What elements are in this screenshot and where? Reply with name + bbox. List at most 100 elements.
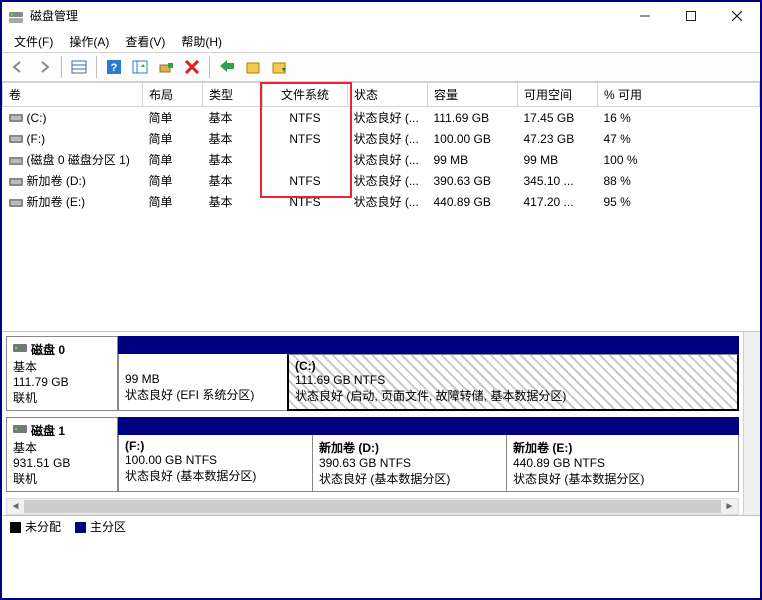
delete-button[interactable] (180, 55, 204, 79)
menu-action-label: 操作(A) (69, 35, 109, 49)
col-status[interactable]: 状态 (348, 83, 428, 107)
action3-button[interactable] (267, 55, 291, 79)
scroll-right-button[interactable]: ► (721, 499, 738, 514)
table-row[interactable]: (C:)简单基本NTFS状态良好 (...111.69 GB17.45 GB16… (3, 107, 760, 129)
disk1-pE-size: 440.89 GB NTFS (513, 456, 732, 470)
disk-pane: 磁盘 0 基本 111.79 GB 联机 99 MB 状态良 (2, 332, 743, 515)
vol-free: 345.10 ... (518, 170, 598, 191)
disk1-state: 联机 (13, 470, 111, 487)
menu-file[interactable]: 文件(F) (6, 31, 61, 52)
vertical-scrollbar[interactable] (743, 332, 760, 515)
vol-free: 17.45 GB (518, 107, 598, 129)
disk0-part2[interactable]: (C:) 111.69 GB NTFS 状态良好 (启动, 页面文件, 故障转储… (287, 354, 739, 411)
minimize-button[interactable] (622, 2, 668, 30)
vol-free: 417.20 ... (518, 191, 598, 212)
disk1-pD-size: 390.63 GB NTFS (319, 456, 500, 470)
table-row[interactable]: (磁盘 0 磁盘分区 1)简单基本状态良好 (...99 MB99 MB100 … (3, 149, 760, 170)
disk-row-1: 磁盘 1 基本 931.51 GB 联机 (F:) 100.00 GB NTFS (6, 417, 739, 492)
settings-button[interactable] (128, 55, 152, 79)
disk0-part1-status: 状态良好 (EFI 系统分区) (125, 386, 281, 403)
toolbar: ? (2, 52, 760, 82)
disk0-body: 99 MB 状态良好 (EFI 系统分区) (C:) 111.69 GB NTF… (118, 336, 739, 411)
scroll-left-button[interactable]: ◄ (7, 499, 24, 514)
disk1-pF-size: 100.00 GB NTFS (125, 453, 306, 467)
menu-view[interactable]: 查看(V) (117, 31, 173, 52)
svg-text:?: ? (111, 62, 118, 74)
vol-fs: NTFS (263, 107, 348, 129)
vol-name: (C:) (27, 111, 47, 125)
disk1-pE-status: 状态良好 (基本数据分区) (513, 470, 732, 487)
vol-type: 基本 (203, 191, 263, 212)
vol-pct: 100 % (598, 149, 760, 170)
col-layout[interactable]: 布局 (143, 83, 203, 107)
disk1-pD-status: 状态良好 (基本数据分区) (319, 470, 500, 487)
titlebar: 磁盘管理 (2, 2, 760, 30)
vol-capacity: 440.89 GB (428, 191, 518, 212)
menu-help-label: 帮助(H) (181, 35, 222, 49)
menubar: 文件(F) 操作(A) 查看(V) 帮助(H) (2, 30, 760, 52)
disk0-size: 111.79 GB (13, 375, 111, 389)
disk0-part2-size: 111.69 GB NTFS (295, 373, 731, 387)
drive-icon (9, 113, 23, 123)
drive-icon (9, 134, 23, 144)
window: 磁盘管理 文件(F) 操作(A) 查看(V) 帮助(H) ? (0, 0, 762, 600)
disk-pane-wrap: 磁盘 0 基本 111.79 GB 联机 99 MB 状态良 (2, 332, 760, 515)
disk1-part-f[interactable]: (F:) 100.00 GB NTFS 状态良好 (基本数据分区) (118, 435, 313, 492)
col-pct[interactable]: % 可用 (598, 83, 760, 107)
menu-action[interactable]: 操作(A) (61, 31, 117, 52)
volume-list-pane: 卷 布局 类型 文件系统 状态 容量 可用空间 % 可用 (C:)简单基本NTF… (2, 82, 760, 332)
col-type[interactable]: 类型 (203, 83, 263, 107)
menu-help[interactable]: 帮助(H) (173, 31, 230, 52)
scroll-thumb[interactable] (24, 500, 721, 513)
table-row[interactable]: 新加卷 (D:)简单基本NTFS状态良好 (...390.63 GB345.10… (3, 170, 760, 191)
legend: 未分配 主分区 (2, 515, 760, 537)
app-icon (8, 8, 24, 24)
col-capacity[interactable]: 容量 (428, 83, 518, 107)
table-row[interactable]: (F:)简单基本NTFS状态良好 (...100.00 GB47.23 GB47… (3, 128, 760, 149)
col-fs[interactable]: 文件系统 (263, 83, 348, 107)
vol-type: 基本 (203, 128, 263, 149)
content: 卷 布局 类型 文件系统 状态 容量 可用空间 % 可用 (C:)简单基本NTF… (2, 82, 760, 598)
disk0-header[interactable]: 磁盘 0 基本 111.79 GB 联机 (6, 336, 118, 411)
menu-file-label: 文件(F) (14, 35, 53, 49)
menu-view-label: 查看(V) (125, 35, 165, 49)
table-row[interactable]: 新加卷 (E:)简单基本NTFS状态良好 (...440.89 GB417.20… (3, 191, 760, 212)
disk0-type: 基本 (13, 358, 111, 375)
col-volume[interactable]: 卷 (3, 83, 143, 107)
disk-icon (13, 423, 27, 438)
vol-pct: 47 % (598, 128, 760, 149)
disk0-label: 磁盘 0 (31, 341, 65, 358)
refresh-button[interactable] (154, 55, 178, 79)
disk1-part-e[interactable]: 新加卷 (E:) 440.89 GB NTFS 状态良好 (基本数据分区) (506, 435, 739, 492)
disk0-state: 联机 (13, 389, 111, 406)
vol-capacity: 390.63 GB (428, 170, 518, 191)
vol-name: (F:) (27, 132, 46, 146)
disk1-body: (F:) 100.00 GB NTFS 状态良好 (基本数据分区) 新加卷 (D… (118, 417, 739, 492)
disk1-part-d[interactable]: 新加卷 (D:) 390.63 GB NTFS 状态良好 (基本数据分区) (312, 435, 507, 492)
disk1-pF-status: 状态良好 (基本数据分区) (125, 467, 306, 484)
disk1-header[interactable]: 磁盘 1 基本 931.51 GB 联机 (6, 417, 118, 492)
forward-button[interactable] (32, 55, 56, 79)
vol-type: 基本 (203, 107, 263, 129)
legend-primary-swatch (75, 522, 86, 533)
vol-layout: 简单 (143, 128, 203, 149)
vol-layout: 简单 (143, 191, 203, 212)
volume-table: 卷 布局 类型 文件系统 状态 容量 可用空间 % 可用 (C:)简单基本NTF… (2, 82, 760, 212)
vol-free: 47.23 GB (518, 128, 598, 149)
disk1-pF-name: (F:) (125, 439, 306, 453)
col-free[interactable]: 可用空间 (518, 83, 598, 107)
action2-button[interactable] (241, 55, 265, 79)
horizontal-scrollbar[interactable]: ◄ ► (6, 498, 739, 515)
maximize-button[interactable] (668, 2, 714, 30)
action1-button[interactable] (215, 55, 239, 79)
help-button[interactable]: ? (102, 55, 126, 79)
disk0-part1[interactable]: 99 MB 状态良好 (EFI 系统分区) (118, 354, 288, 411)
view-list-button[interactable] (67, 55, 91, 79)
legend-unalloc-swatch (10, 522, 21, 533)
disk0-part1-size: 99 MB (125, 372, 281, 386)
close-button[interactable] (714, 2, 760, 30)
back-button[interactable] (6, 55, 30, 79)
vol-status: 状态良好 (... (348, 191, 428, 212)
window-title: 磁盘管理 (30, 7, 78, 24)
disk-row-0: 磁盘 0 基本 111.79 GB 联机 99 MB 状态良 (6, 336, 739, 411)
